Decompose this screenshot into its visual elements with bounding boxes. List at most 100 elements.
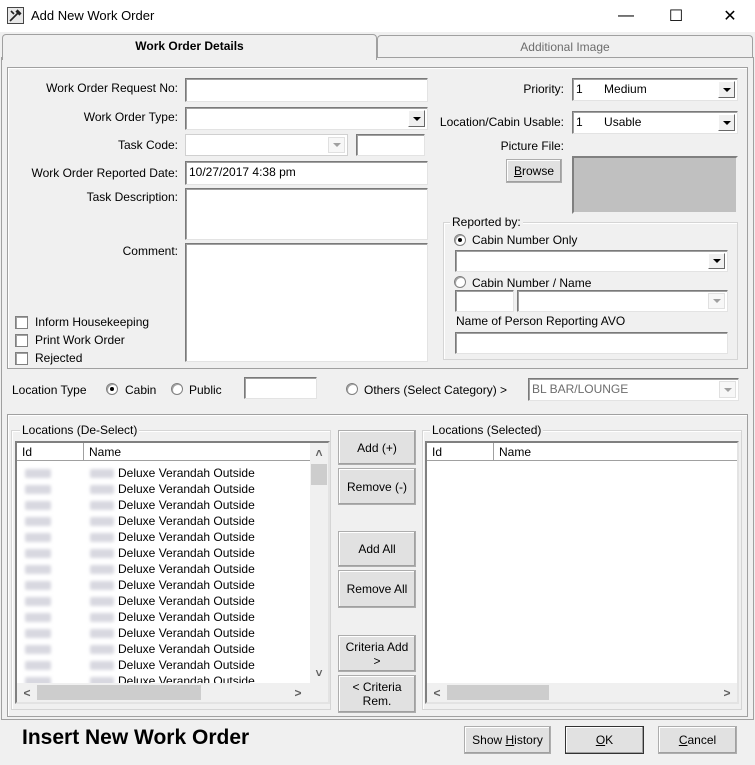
row-name-prefix-redacted xyxy=(90,661,114,670)
priority-dropdown[interactable]: 1 Medium xyxy=(572,78,738,101)
remove-button[interactable]: Remove (-) xyxy=(338,468,416,505)
horizontal-scroll-thumb[interactable] xyxy=(447,685,549,700)
column-header-id[interactable]: Id xyxy=(427,443,494,461)
task-code-extra-input[interactable] xyxy=(356,134,425,156)
vertical-scroll-thumb[interactable] xyxy=(311,464,327,485)
scroll-right-icon[interactable]: > xyxy=(290,684,306,701)
list-item[interactable]: Deluxe Verandah Outside xyxy=(17,609,310,625)
print-work-order-checkbox[interactable]: Print Work Order xyxy=(15,333,125,347)
footer-heading: Insert New Work Order xyxy=(22,726,250,749)
inform-housekeeping-checkbox[interactable]: Inform Housekeeping xyxy=(15,315,149,329)
task-description-textarea[interactable] xyxy=(185,188,428,240)
list-item[interactable]: Deluxe Verandah Outside xyxy=(17,577,310,593)
scroll-down-icon[interactable]: ˅ xyxy=(310,665,328,681)
comment-label: Comment: xyxy=(122,244,178,258)
minimize-button[interactable]: — xyxy=(603,0,649,32)
tab-additional-image[interactable]: Additional Image xyxy=(377,35,753,57)
request-no-input[interactable] xyxy=(185,78,428,102)
person-reporting-input[interactable] xyxy=(455,332,728,354)
task-code-dropdown[interactable] xyxy=(185,134,348,156)
cabin-name-radio[interactable] xyxy=(454,276,466,288)
others-category-dropdown[interactable]: BL BAR/LOUNGE xyxy=(528,378,739,401)
list-item[interactable]: Deluxe Verandah Outside xyxy=(17,465,310,481)
checkbox-box[interactable] xyxy=(15,351,28,365)
list-item[interactable]: Deluxe Verandah Outside xyxy=(17,497,310,513)
horizontal-scrollbar[interactable]: < > xyxy=(427,683,737,702)
chevron-down-icon[interactable] xyxy=(719,381,736,398)
row-name-prefix-redacted xyxy=(90,485,114,494)
chevron-down-icon[interactable] xyxy=(708,253,725,269)
scroll-left-icon[interactable]: < xyxy=(19,684,35,701)
horizontal-scrollbar[interactable]: < > xyxy=(17,683,328,702)
add-button[interactable]: Add (+) xyxy=(338,430,416,465)
list-item[interactable]: Deluxe Verandah Outside xyxy=(17,529,310,545)
column-header-name[interactable]: Name xyxy=(84,443,310,461)
picture-preview xyxy=(572,156,738,214)
chevron-down-icon[interactable] xyxy=(718,81,735,98)
cabin-usable-dropdown[interactable]: 1 Usable xyxy=(572,111,738,134)
others-radio[interactable] xyxy=(346,383,358,395)
list-item[interactable]: Deluxe Verandah Outside xyxy=(17,625,310,641)
criteria-add-label: Criteria Add xyxy=(345,639,409,654)
rejected-checkbox[interactable]: Rejected xyxy=(15,351,82,365)
list-item[interactable]: Deluxe Verandah Outside xyxy=(17,561,310,577)
column-header-name[interactable]: Name xyxy=(494,443,737,461)
locations-deselect-legend: Locations (De-Select) xyxy=(20,423,140,437)
task-description-label: Task Description: xyxy=(86,190,178,204)
reported-date-input[interactable]: 10/27/2017 4:38 pm xyxy=(185,161,428,185)
criteria-remove-button[interactable]: < Criteria Rem. xyxy=(338,675,416,713)
row-name: Deluxe Verandah Outside xyxy=(118,626,255,640)
row-name-prefix-redacted xyxy=(90,469,114,478)
scroll-left-icon[interactable]: < xyxy=(429,684,445,701)
row-id-redacted xyxy=(25,565,51,574)
location-cabin-radio[interactable] xyxy=(106,383,118,395)
chevron-down-icon[interactable] xyxy=(328,137,345,153)
list-item[interactable]: Deluxe Verandah Outside xyxy=(17,657,310,673)
picture-file-label: Picture File: xyxy=(500,139,564,153)
row-id-redacted xyxy=(25,629,51,638)
chevron-down-icon[interactable] xyxy=(708,293,725,309)
list-item[interactable]: Deluxe Verandah Outside xyxy=(17,641,310,657)
maximize-button[interactable]: ☐ xyxy=(653,0,699,32)
work-order-type-dropdown[interactable] xyxy=(185,107,428,130)
task-code-label: Task Code: xyxy=(117,138,178,152)
scroll-right-icon[interactable]: > xyxy=(719,684,735,701)
cabin-only-radio[interactable] xyxy=(454,234,466,246)
tab-work-order-details[interactable]: Work Order Details xyxy=(2,34,377,60)
list-item[interactable]: Deluxe Verandah Outside xyxy=(17,593,310,609)
row-name-prefix-redacted xyxy=(90,581,114,590)
comment-textarea[interactable] xyxy=(185,243,428,362)
scroll-up-icon[interactable]: ˄ xyxy=(310,445,328,461)
add-all-button[interactable]: Add All xyxy=(338,531,416,567)
locations-deselect-list[interactable]: Id Name Deluxe Verandah Outside Deluxe Ve… xyxy=(15,441,330,704)
row-name: Deluxe Verandah Outside xyxy=(118,642,255,656)
row-name-prefix-redacted xyxy=(90,613,114,622)
cabin-number-input[interactable] xyxy=(455,290,514,312)
location-filter-input[interactable] xyxy=(244,377,317,399)
checkbox-label: Inform Housekeeping xyxy=(35,315,150,329)
cancel-button[interactable]: Cancel xyxy=(658,726,737,754)
checkbox-box[interactable] xyxy=(15,315,28,329)
horizontal-scroll-thumb[interactable] xyxy=(37,685,201,700)
criteria-add-button[interactable]: Criteria Add > xyxy=(338,635,416,672)
column-header-id[interactable]: Id xyxy=(17,443,84,461)
browse-button[interactable]: Browse xyxy=(506,159,562,183)
priority-value: Medium xyxy=(604,82,647,96)
location-public-radio[interactable] xyxy=(171,383,183,395)
cabin-name-dropdown[interactable] xyxy=(517,290,728,312)
list-item[interactable]: Deluxe Verandah Outside xyxy=(17,545,310,561)
vertical-scrollbar[interactable]: ˄ ˅ xyxy=(310,443,328,683)
locations-selected-list[interactable]: Id Name < > xyxy=(425,441,739,704)
list-item[interactable]: Deluxe Verandah Outside xyxy=(17,481,310,497)
chevron-down-icon[interactable] xyxy=(718,114,735,131)
close-button[interactable]: ✕ xyxy=(707,0,753,32)
checkbox-box[interactable] xyxy=(15,333,28,347)
chevron-down-icon[interactable] xyxy=(408,110,425,127)
priority-code: 1 xyxy=(576,82,583,96)
remove-all-button[interactable]: Remove All xyxy=(338,570,416,608)
list-item[interactable]: Deluxe Verandah Outside xyxy=(17,513,310,529)
ok-button[interactable]: OK xyxy=(565,726,644,754)
close-icon: ✕ xyxy=(723,8,737,25)
cabin-only-dropdown[interactable] xyxy=(455,250,728,272)
show-history-button[interactable]: Show History xyxy=(464,726,551,754)
